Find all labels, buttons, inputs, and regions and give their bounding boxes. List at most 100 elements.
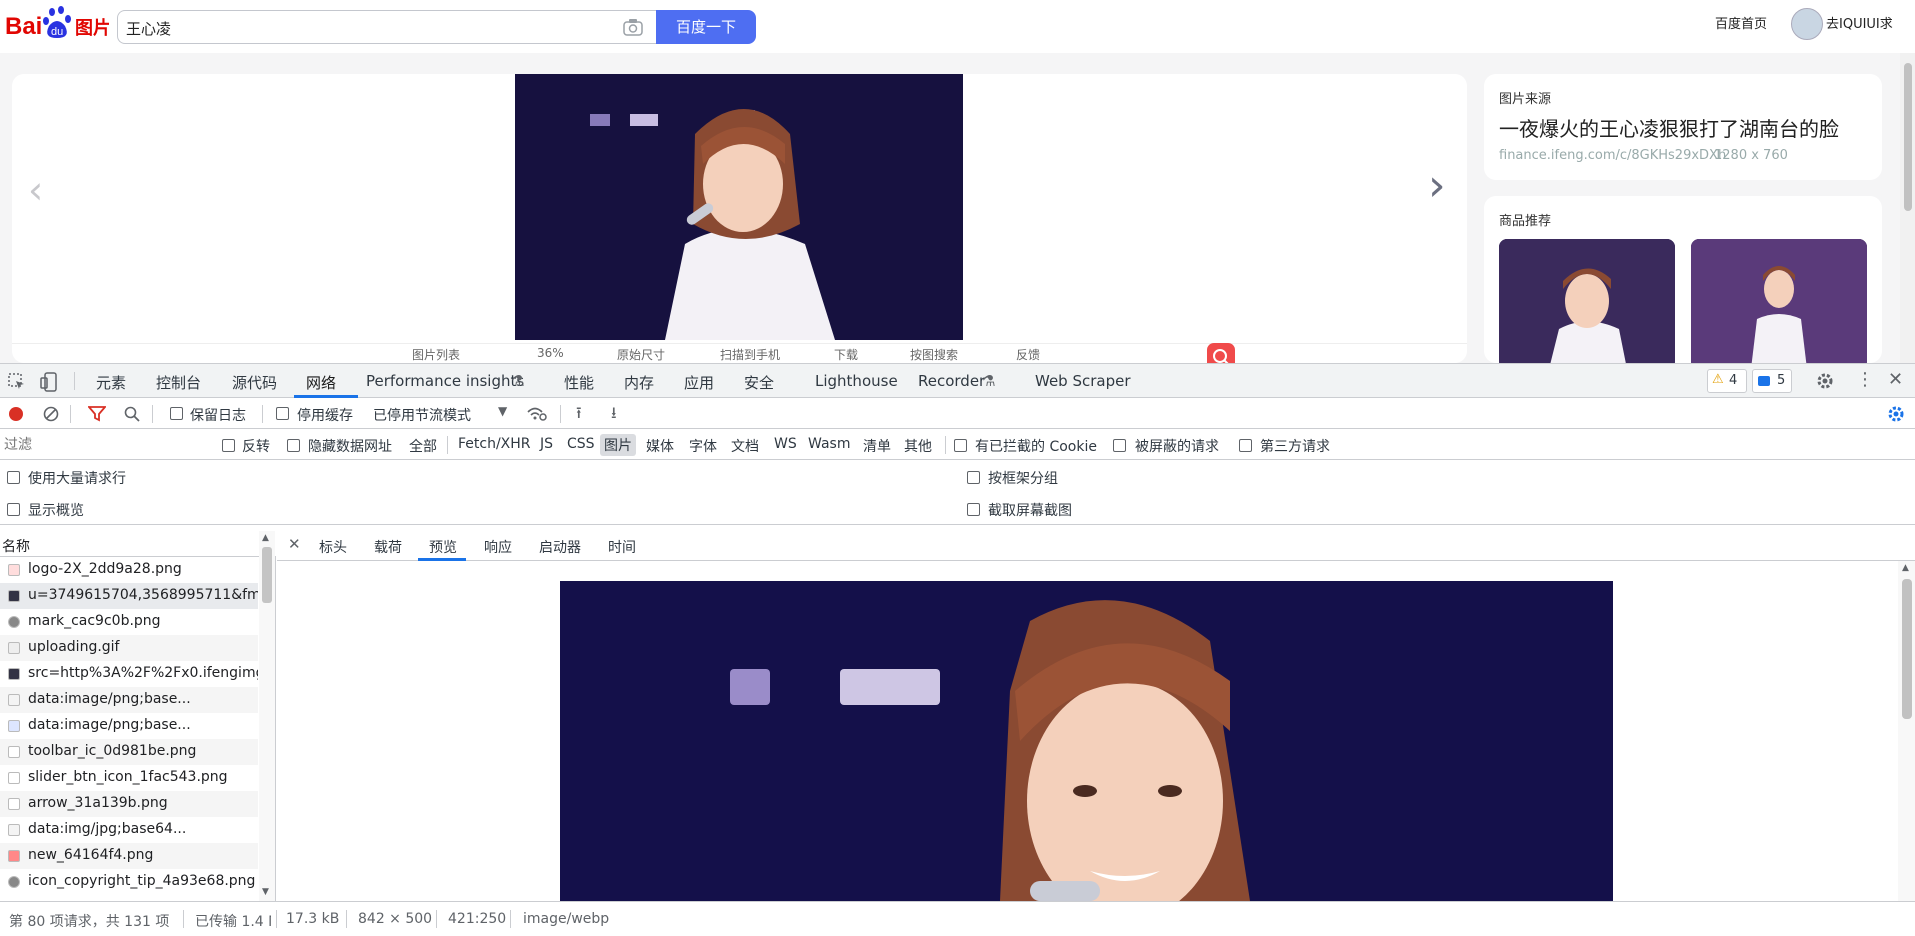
tab-performance[interactable]: 性能: [564, 372, 594, 393]
show-overview-checkbox[interactable]: [7, 503, 20, 516]
request-row[interactable]: data:img/jpg;base64...: [0, 817, 258, 843]
throttle-select[interactable]: 已停用节流模式: [373, 405, 471, 425]
filter-type-manifest[interactable]: 清单: [863, 436, 891, 456]
device-toolbar-icon[interactable]: [40, 372, 58, 392]
search-input[interactable]: 王心凌: [117, 10, 657, 44]
filter-type-css[interactable]: CSS: [567, 436, 595, 452]
product-thumbnail[interactable]: [1499, 239, 1675, 363]
page-scrollbar[interactable]: [1900, 53, 1915, 363]
filter-type-font[interactable]: 字体: [689, 436, 717, 456]
export-har-icon[interactable]: ⭳: [611, 402, 617, 429]
invert-checkbox[interactable]: [222, 439, 235, 452]
request-row[interactable]: logo-2X_2dd9a28.png: [0, 557, 258, 583]
tab-console[interactable]: 控制台: [156, 372, 201, 393]
request-row[interactable]: mark_cac9c0b.png: [0, 609, 258, 635]
source-title[interactable]: 一夜爆火的王心凌狠狠打了湖南台的脸: [1499, 113, 1839, 142]
request-row[interactable]: u=3749615704,3568995711&fm=...: [0, 583, 258, 609]
filter-input[interactable]: [2, 434, 207, 456]
request-row[interactable]: arrow_31a139b.png: [0, 791, 258, 817]
toolbar-search-by-image[interactable]: 按图搜索: [910, 346, 958, 363]
username[interactable]: 去IQUIUI求: [1826, 13, 1893, 32]
filter-type-wasm[interactable]: Wasm: [808, 436, 850, 452]
filter-icon[interactable]: [88, 406, 106, 422]
filter-type-js[interactable]: JS: [540, 436, 553, 452]
request-row[interactable]: new_64164f4.png: [0, 843, 258, 869]
inspect-element-icon[interactable]: [8, 373, 26, 391]
scroll-up-icon[interactable]: ▲: [1902, 563, 1909, 573]
tab-memory[interactable]: 内存: [624, 372, 654, 393]
close-detail-icon[interactable]: ✕: [288, 535, 301, 553]
more-options-icon[interactable]: ⋮: [1856, 369, 1874, 390]
tab-payload[interactable]: 载荷: [374, 537, 402, 557]
tab-network[interactable]: 网络: [306, 372, 336, 393]
messages-counter[interactable]: 5: [1752, 369, 1792, 393]
tab-lighthouse[interactable]: Lighthouse: [815, 372, 898, 390]
tab-web-scraper[interactable]: Web Scraper: [1035, 372, 1131, 390]
toolbar-scan-to-phone[interactable]: 扫描到手机: [720, 346, 780, 363]
product-thumbnail[interactable]: [1691, 239, 1867, 363]
tab-preview[interactable]: 预览: [429, 537, 457, 557]
tab-security[interactable]: 安全: [744, 372, 774, 393]
tab-sources[interactable]: 源代码: [232, 372, 277, 393]
tab-application[interactable]: 应用: [684, 372, 714, 393]
import-har-icon[interactable]: ⭱: [576, 402, 582, 429]
filter-type-fetch-xhr[interactable]: Fetch/XHR: [458, 436, 531, 452]
tab-response[interactable]: 响应: [484, 537, 512, 557]
blocked-cookies-checkbox[interactable]: [954, 439, 967, 452]
hide-data-urls-checkbox[interactable]: [287, 439, 300, 452]
warnings-counter[interactable]: ⚠ 4: [1707, 369, 1747, 393]
source-url[interactable]: finance.ifeng.com/c/8GKHs29xDXh: [1499, 148, 1726, 163]
tab-timing[interactable]: 时间: [608, 537, 636, 557]
chevron-down-icon[interactable]: ▼: [498, 404, 507, 418]
avatar[interactable]: [1791, 8, 1823, 40]
clear-icon[interactable]: [43, 406, 59, 422]
close-devtools-icon[interactable]: ✕: [1888, 369, 1903, 390]
request-row[interactable]: data:image/png;base...: [0, 687, 258, 713]
name-column-header[interactable]: 名称: [2, 536, 30, 556]
group-by-frame-checkbox[interactable]: [967, 471, 980, 484]
search-icon[interactable]: [124, 406, 140, 422]
tab-initiator[interactable]: 启动器: [539, 537, 581, 557]
main-image[interactable]: [515, 74, 963, 340]
request-row[interactable]: icon_copyright_tip_4a93e68.png: [0, 869, 258, 895]
large-rows-checkbox[interactable]: [7, 471, 20, 484]
scroll-down-icon[interactable]: ▼: [262, 887, 269, 897]
request-row[interactable]: src=http%3A%2F%2Fx0.ifengimg.c: [0, 661, 258, 687]
network-settings-gear-icon[interactable]: [1887, 405, 1905, 423]
request-row[interactable]: slider_btn_icon_1fac543.png: [0, 765, 258, 791]
capture-screenshots-checkbox[interactable]: [967, 503, 980, 516]
toolbar-image-list[interactable]: 图片列表: [412, 346, 460, 363]
blocked-requests-checkbox[interactable]: [1113, 439, 1126, 452]
baidu-image-logo[interactable]: Bai du 图片: [5, 4, 109, 42]
record-icon[interactable]: [9, 407, 23, 421]
filter-type-doc[interactable]: 文档: [731, 436, 759, 456]
tab-performance-insights[interactable]: Performance insights: [366, 372, 524, 390]
tab-recorder[interactable]: Recorder: [918, 372, 985, 390]
preserve-log-checkbox[interactable]: [170, 407, 183, 420]
toolbar-feedback[interactable]: 反馈: [1016, 346, 1040, 363]
request-row[interactable]: uploading.gif: [0, 635, 258, 661]
previous-image-arrow[interactable]: ‹: [28, 168, 43, 212]
search-button[interactable]: 百度一下: [656, 10, 756, 44]
next-image-arrow[interactable]: ›: [1428, 160, 1446, 211]
request-row[interactable]: toolbar_ic_0d981be.png: [0, 739, 258, 765]
filter-type-img[interactable]: 图片: [600, 434, 636, 456]
filter-type-other[interactable]: 其他: [904, 436, 932, 456]
filter-type-media[interactable]: 媒体: [646, 436, 674, 456]
tab-elements[interactable]: 元素: [96, 372, 126, 393]
disable-cache-checkbox[interactable]: [276, 407, 289, 420]
third-party-checkbox[interactable]: [1239, 439, 1252, 452]
network-conditions-icon[interactable]: [527, 407, 547, 421]
detail-scrollbar[interactable]: ▲: [1898, 561, 1915, 901]
scroll-up-icon[interactable]: ▲: [262, 533, 269, 543]
request-list-scrollbar[interactable]: ▲ ▼: [259, 531, 275, 901]
filter-type-all[interactable]: 全部: [409, 436, 437, 456]
toolbar-original-size[interactable]: 原始尺寸: [617, 346, 665, 363]
tab-headers[interactable]: 标头: [319, 537, 347, 557]
toolbar-zoom[interactable]: 36%: [537, 346, 564, 360]
camera-icon[interactable]: [623, 18, 643, 36]
gear-icon[interactable]: [1816, 372, 1834, 390]
toolbar-download[interactable]: 下载: [834, 346, 858, 363]
filter-type-ws[interactable]: WS: [774, 436, 797, 452]
request-row[interactable]: data:image/png;base...: [0, 713, 258, 739]
